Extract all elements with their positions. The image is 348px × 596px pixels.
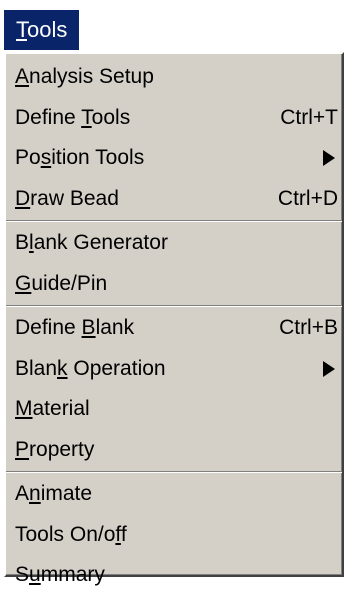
menu-item-mnemonic: s [40, 146, 52, 169]
menu-item-label-text: mmary [40, 563, 105, 586]
menu-item-label-text: imate [40, 482, 93, 505]
submenu-arrow-icon [323, 360, 335, 377]
menu-item-label-text: aterial [32, 397, 90, 420]
menu-separator [6, 220, 342, 222]
menu-item-mnemonic: G [15, 271, 32, 295]
menu-item-label: Blank Operation [15, 349, 166, 390]
menu-item-define-blank[interactable]: Define Blank Ctrl+B [6, 308, 342, 349]
menu-item-summary[interactable]: Summary [6, 555, 342, 596]
menu-item-label-text: raw Bead [30, 186, 119, 210]
menu-item-label: Blank Generator [15, 223, 168, 264]
menu-item-label-text: A [15, 482, 30, 505]
menu-item-blank-operation[interactable]: Blank Operation [6, 349, 342, 390]
menu-item-label-text: nalysis Setup [29, 65, 154, 88]
tools-menu-title-rest: ools [27, 17, 68, 42]
menu-item-label-text: lank [95, 316, 135, 339]
menu-item-shortcut: Ctrl+D [277, 186, 338, 210]
menu-item-label: Tools On/off [15, 515, 127, 556]
menu-item-shortcut: Ctrl+B [279, 316, 338, 339]
submenu-arrow-icon [323, 150, 335, 166]
menu-item-label-text: Tools On/o [15, 522, 116, 546]
menu-item-label-text: uide/Pin [31, 271, 108, 295]
menu-item-label-text: Operation [67, 356, 166, 380]
menu-item-define-tools[interactable]: Define Tools Ctrl+T [6, 98, 342, 139]
menu-item-mnemonic: P [15, 437, 30, 461]
menu-item-guide-pin[interactable]: Guide/Pin [6, 264, 342, 305]
menu-item-label: Animate [15, 474, 92, 515]
menu-item-analysis-setup[interactable]: Analysis Setup [6, 57, 342, 98]
menu-item-label-text: f [120, 522, 127, 546]
menu-item-mnemonic: T [81, 105, 92, 129]
menu-item-label: Material [15, 389, 90, 430]
menu-item-mnemonic: D [15, 186, 31, 210]
menu-item-label: Guide/Pin [15, 264, 107, 305]
menu-item-label: Summary [15, 555, 105, 596]
menu-item-draw-bead[interactable]: Draw Bead Ctrl+D [6, 179, 342, 220]
menu-item-label-text: B [15, 231, 30, 254]
menu-item-label-text: S [15, 563, 30, 586]
menu-separator [6, 471, 342, 473]
menu-item-label: Draw Bead [15, 179, 119, 220]
menu-item-label-text: roperty [29, 437, 95, 461]
menu-item-label-text: Define [15, 316, 82, 339]
menu-item-label-text: Po [15, 146, 41, 169]
menu-item-label: Property [15, 430, 94, 471]
menu-item-label-text: ition Tools [51, 146, 145, 169]
menu-item-material[interactable]: Material [6, 389, 342, 430]
tools-dropdown-menu: Analysis Setup Define Tools Ctrl+T Position… [4, 52, 344, 586]
menu-item-label-text: ank Generator [33, 231, 168, 254]
menu-item-label: Define Blank [15, 308, 134, 349]
menu-separator [6, 305, 342, 307]
menu-item-position-tools[interactable]: Position Tools [6, 138, 342, 179]
menu-item-label-text: Blan [15, 356, 58, 380]
tools-menu-title[interactable]: Tools [4, 10, 80, 50]
menu-item-mnemonic: M [15, 397, 33, 420]
menu-item-blank-generator[interactable]: Blank Generator [6, 223, 342, 264]
menu-item-property[interactable]: Property [6, 430, 342, 471]
menu-item-label-text: ools [91, 105, 131, 129]
menu-item-mnemonic: A [15, 65, 30, 88]
menu-item-tools-on-off[interactable]: Tools On/off [6, 515, 342, 556]
menu-item-label: Position Tools [15, 138, 144, 179]
menu-item-mnemonic: k [57, 356, 68, 380]
tools-menu-title-mnemonic: T [16, 17, 27, 42]
menu-item-label: Analysis Setup [15, 57, 154, 98]
menu-item-label: Define Tools [15, 98, 130, 139]
menu-item-mnemonic: B [81, 316, 96, 339]
menu-item-mnemonic: n [29, 482, 41, 505]
menu-item-shortcut: Ctrl+T [280, 105, 338, 129]
menu-item-animate[interactable]: Animate [6, 474, 342, 515]
menu-item-label-text: Define [15, 105, 82, 129]
menu-item-mnemonic: u [29, 563, 41, 586]
